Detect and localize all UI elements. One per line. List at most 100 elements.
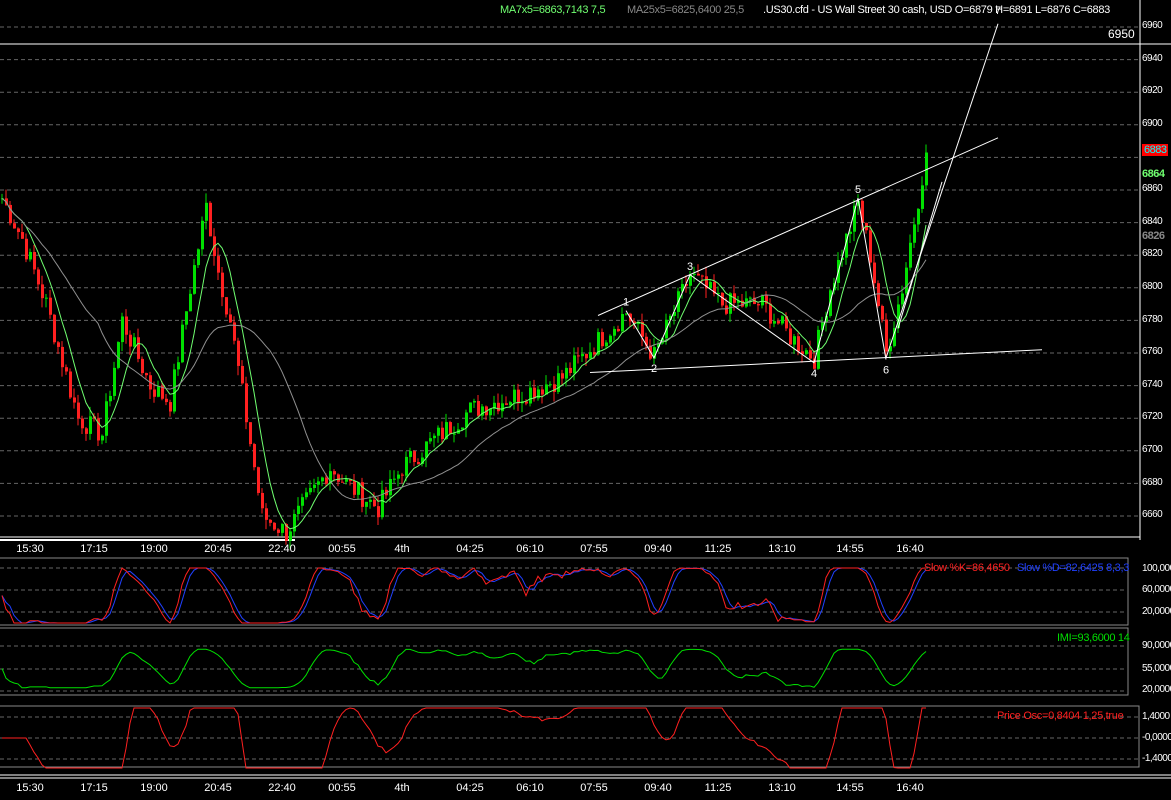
time-tick: 4th [394, 543, 409, 555]
y-tick: 6820 [1142, 248, 1163, 259]
time-tick: 22:40 [268, 543, 296, 555]
candle-body [173, 369, 176, 412]
candle-body [913, 224, 916, 243]
candle-body [177, 362, 180, 370]
candle-body [701, 275, 704, 277]
candle-body [449, 422, 452, 434]
candle-body [17, 228, 20, 233]
candle-body [241, 365, 244, 384]
stoch-k-label: Slow %K=86,4650 [924, 562, 1010, 574]
candle-body [593, 352, 596, 355]
time-tick: 14:55 [836, 782, 864, 794]
candle-body [497, 402, 500, 412]
time-tick: 11:25 [705, 543, 732, 555]
candle-body [29, 251, 32, 260]
time-tick: 22:40 [268, 782, 296, 794]
stoch-tick: 20,0000 [1142, 606, 1171, 617]
candle-body [621, 314, 624, 332]
candle-body [405, 456, 408, 476]
candle-body [425, 441, 428, 458]
candle-body [85, 428, 88, 434]
candle-body [165, 398, 168, 403]
candle-body [417, 461, 420, 464]
pattern-point-label: 3 [687, 261, 693, 273]
candle-body [769, 303, 772, 324]
candle-body [89, 416, 92, 434]
time-tick: 16:40 [896, 782, 924, 794]
candle-body [509, 402, 512, 405]
candle-body [617, 328, 620, 332]
candle-body [121, 316, 124, 343]
candle-body [373, 499, 376, 507]
candle-body [261, 492, 264, 509]
candle-body [613, 328, 616, 336]
osc-panel [0, 705, 1140, 768]
candle-body [257, 467, 260, 493]
candle-body [565, 367, 568, 379]
candle-body [773, 321, 776, 324]
candle-body [101, 435, 104, 441]
candle-body [505, 403, 508, 405]
candle-body [917, 208, 920, 225]
y-tick: 6920 [1142, 85, 1163, 96]
candle-body [129, 334, 132, 347]
time-tick: 00:55 [328, 543, 356, 555]
candle-body [453, 433, 456, 435]
candle-body [401, 474, 404, 476]
y-tick: 6680 [1142, 477, 1163, 488]
time-tick: 20:45 [204, 782, 232, 794]
candle-body [797, 336, 800, 352]
candle-body [513, 389, 516, 403]
candle-body [57, 342, 60, 347]
pattern-point-label: 6 [883, 365, 889, 377]
time-tick: 04:25 [456, 782, 484, 794]
candle-body [77, 402, 80, 419]
candle-body [333, 471, 336, 475]
candle-body [909, 242, 912, 268]
candle-body [517, 389, 520, 404]
candle-body [73, 397, 76, 403]
pattern-point-label: 1 [623, 297, 629, 309]
candle-body [693, 273, 696, 275]
candle-body [393, 478, 396, 480]
candle-body [141, 358, 144, 374]
candle-body [577, 355, 580, 357]
pattern-point-label: 5 [855, 184, 861, 196]
chart-title: .US30.cfd - US Wall Street 30 cash, USD … [763, 4, 1110, 16]
time-tick: 00:55 [328, 782, 356, 794]
time-tick: 09:40 [644, 782, 672, 794]
pattern-point-label: 4 [811, 368, 817, 380]
stoch-tick: 100,0000 [1142, 563, 1171, 574]
candle-body [873, 262, 876, 284]
candle-body [45, 297, 48, 299]
candle-body [377, 506, 380, 518]
candle-body [81, 418, 84, 429]
candle-body [133, 337, 136, 347]
candle-body [305, 492, 308, 498]
candle-body [205, 202, 208, 221]
candle-body [253, 444, 256, 468]
candle-body [181, 324, 184, 363]
candle-body [69, 371, 72, 398]
time-tick: 14:55 [836, 543, 864, 555]
candle-body [337, 474, 340, 482]
time-tick: 17:15 [80, 782, 108, 794]
y-tick: 6960 [1142, 20, 1163, 31]
ma25-line [1, 197, 927, 501]
candle-body [157, 385, 160, 397]
y-tick: 6760 [1142, 346, 1163, 357]
ma25-legend: MA25x5=6825,6400 25,5 [627, 4, 744, 16]
candle-body [245, 383, 248, 423]
candle-body [557, 373, 560, 392]
candle-body [805, 350, 808, 355]
ma7-line [1, 197, 927, 530]
candle-body [237, 340, 240, 366]
y-tick: 6900 [1142, 118, 1163, 129]
candle-body [757, 304, 760, 306]
y-tick: 6780 [1142, 314, 1163, 325]
y-tick: 6940 [1142, 53, 1163, 64]
candle-body [61, 346, 64, 368]
last-price-label: 6883 [1142, 144, 1169, 156]
candle-body [369, 499, 372, 502]
y-tick: 6800 [1142, 281, 1163, 292]
